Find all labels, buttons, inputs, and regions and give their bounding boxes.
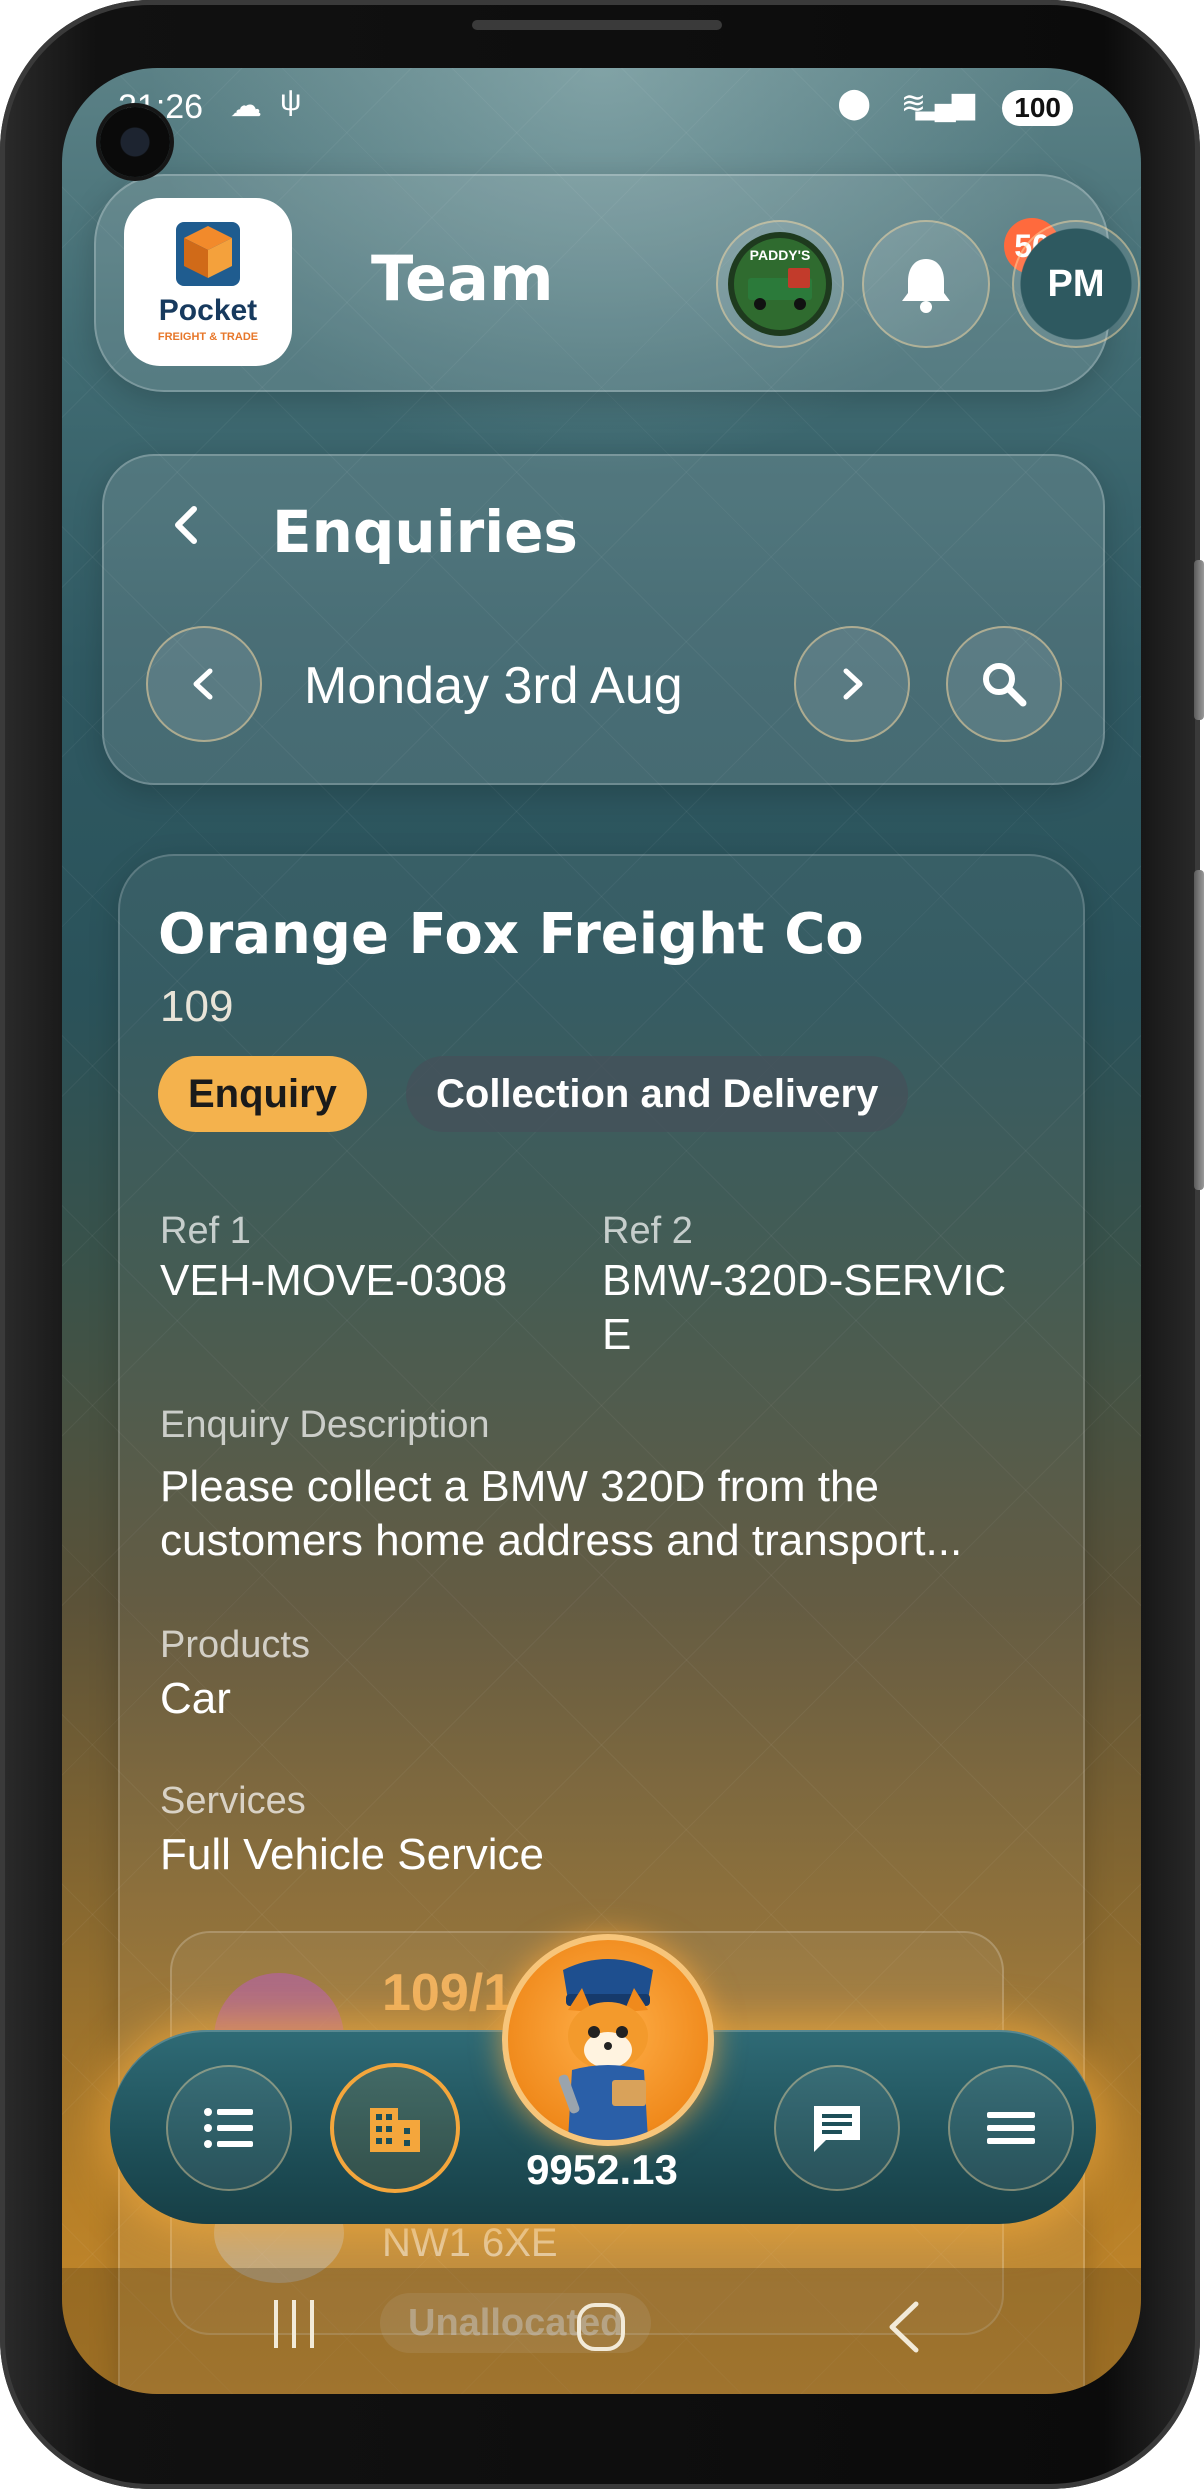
- messages-button[interactable]: [774, 2065, 900, 2191]
- notifications-button[interactable]: 50: [862, 218, 1060, 348]
- description-value: Please collect a BMW 320D from the custo…: [160, 1462, 963, 1565]
- balance-value: 9952.13: [526, 2146, 678, 2193]
- ref1-label: Ref 1: [160, 1210, 251, 1252]
- location-icon: ⬤: [837, 87, 871, 120]
- avatar-initials: PM: [1047, 262, 1105, 305]
- company-logo-icon: PADDY'S: [728, 232, 832, 336]
- services-value: Full Vehicle Service: [160, 1830, 544, 1879]
- earpiece: [472, 20, 722, 30]
- svg-text:FREIGHT & TRADE: FREIGHT & TRADE: [158, 331, 258, 343]
- chat-icon: [814, 2106, 860, 2152]
- system-back-icon[interactable]: [884, 2300, 924, 2367]
- app-screen: 21:26 ☁ ψ ⬤ ≋ ▂▄▆ 100 Pocket FREIGHT & T…: [62, 68, 1141, 2394]
- battery-level: 100: [1014, 92, 1061, 123]
- building-icon: [370, 2108, 420, 2152]
- search-button[interactable]: [946, 626, 1062, 742]
- mascot-button[interactable]: [502, 1934, 714, 2146]
- section-title: Enquiries: [272, 498, 578, 566]
- company-switcher-button[interactable]: PADDY'S: [716, 220, 844, 348]
- cloud-icon: ☁: [230, 87, 262, 123]
- volume-button: [1194, 560, 1204, 720]
- home-icon[interactable]: [574, 2300, 628, 2367]
- products-label: Products: [160, 1624, 310, 1666]
- ref2-label: Ref 2: [602, 1210, 693, 1252]
- company-name: Orange Fox Freight Co: [158, 902, 864, 967]
- svg-text:Pocket: Pocket: [159, 294, 257, 327]
- description-label: Enquiry Description: [160, 1404, 490, 1446]
- search-icon: [983, 663, 1027, 707]
- bell-icon: [902, 259, 950, 313]
- recent-apps-icon[interactable]: [270, 2298, 320, 2363]
- menu-icon: [987, 2112, 1035, 2144]
- main-menu-button[interactable]: [948, 2065, 1074, 2191]
- next-day-button[interactable]: [794, 626, 910, 742]
- chevron-left-icon: [175, 506, 197, 544]
- line-item-number: 109/1: [382, 1964, 513, 2022]
- battery-indicator: 100: [1002, 90, 1073, 126]
- status-badge: Enquiry: [158, 1056, 367, 1132]
- back-button[interactable]: [170, 502, 204, 556]
- previous-day-button[interactable]: [146, 626, 262, 742]
- companies-button[interactable]: [330, 2063, 460, 2193]
- usb-icon: ψ: [280, 84, 302, 117]
- front-camera: [100, 107, 170, 177]
- products-value: Car: [160, 1674, 231, 1723]
- services-label: Services: [160, 1780, 306, 1822]
- app-header: Pocket FREIGHT & TRADE Team PADDY'S PM: [94, 174, 1140, 392]
- list-button[interactable]: [166, 2065, 292, 2191]
- phone-device: 21:26 ☁ ψ ⬤ ≋ ▂▄▆ 100 Pocket FREIGHT & T…: [0, 0, 1204, 2491]
- ref2-value: BMW-320D-SERVIC E: [602, 1256, 1007, 1359]
- job-number: 109: [160, 982, 234, 1031]
- power-button: [1194, 870, 1204, 1190]
- ref1-value: VEH-MOVE-0308: [160, 1256, 508, 1305]
- enquiries-panel: Enquiries Monday 3rd Aug: [102, 454, 1105, 785]
- logo-graphic: Pocket FREIGHT & TRADE: [158, 222, 258, 343]
- list-icon: [204, 2108, 253, 2148]
- selected-date[interactable]: Monday 3rd Aug: [304, 656, 683, 716]
- page-title: Team: [371, 242, 554, 315]
- svg-text:PADDY'S: PADDY'S: [750, 247, 811, 263]
- app-logo[interactable]: Pocket FREIGHT & TRADE: [124, 198, 292, 366]
- system-nav-bar: [62, 2268, 1141, 2394]
- line-item-postcode: NW1 6XE: [382, 2221, 558, 2265]
- user-avatar[interactable]: PM: [1012, 220, 1140, 348]
- chevron-right-icon: [843, 668, 863, 700]
- chevron-left-icon: [193, 668, 213, 700]
- signal-icon: ▂▄▆: [915, 87, 975, 120]
- status-bar: 21:26 ☁ ψ ⬤ ≋ ▂▄▆ 100: [62, 68, 1141, 148]
- fox-mascot-icon: [558, 1959, 653, 2140]
- job-type-badge: Collection and Delivery: [406, 1056, 909, 1132]
